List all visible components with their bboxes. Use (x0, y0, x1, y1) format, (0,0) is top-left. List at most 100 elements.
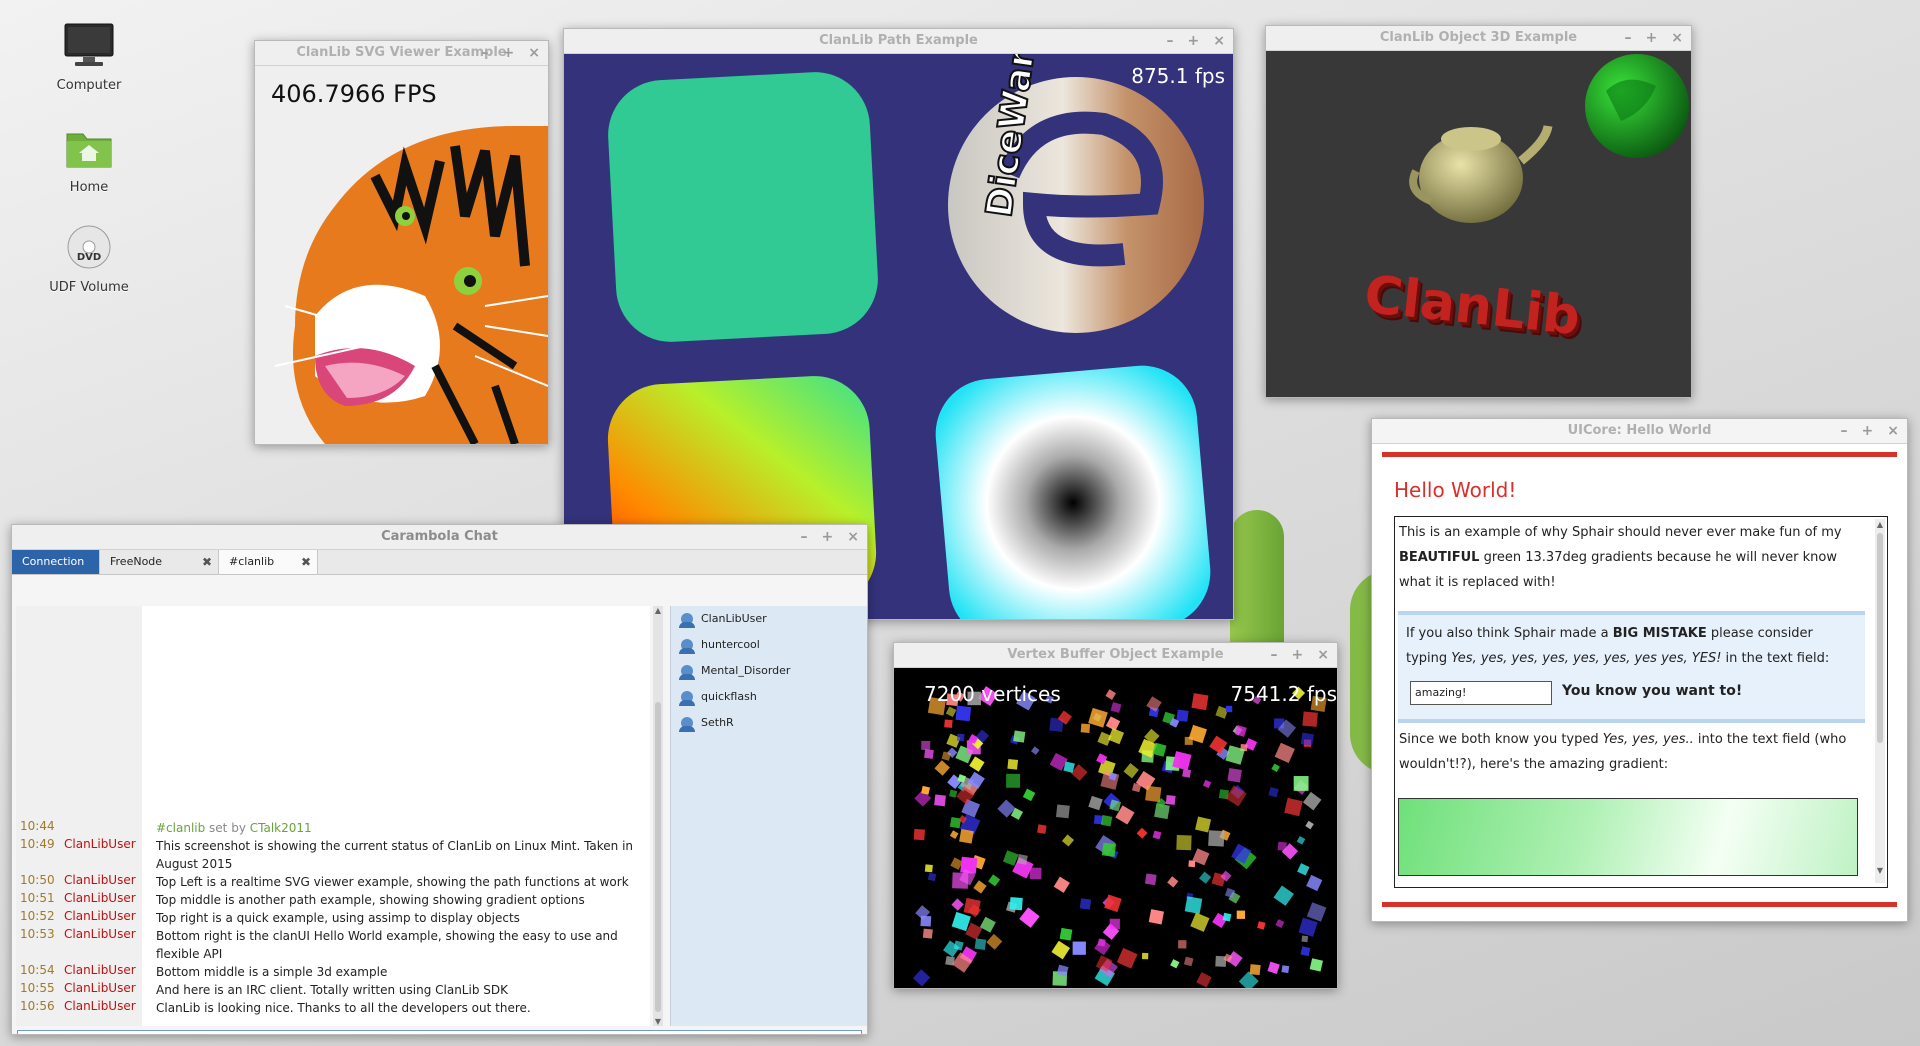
user-list-item[interactable]: ClanLibUser (671, 606, 867, 632)
cube (934, 794, 946, 807)
user-list-item[interactable]: SethR (671, 710, 867, 736)
chat-log-scrollbar[interactable]: ▲ ▼ (653, 606, 663, 1026)
path-example-titlebar[interactable]: ClanLib Path Example – + × (564, 29, 1233, 54)
minimize-button[interactable]: – (482, 41, 489, 65)
close-button[interactable]: × (1317, 643, 1329, 667)
object3d-window: ClanLib Object 3D Example – + × ClanLib (1265, 25, 1692, 398)
cube (1309, 958, 1323, 972)
cube (1184, 896, 1203, 914)
scroll-thumb[interactable] (655, 702, 661, 1012)
desktop-icon-computer[interactable]: Computer (29, 22, 149, 93)
message-nick[interactable]: ClanLibUser (64, 981, 136, 995)
cube (1079, 898, 1092, 910)
chat-tab-bar: Connection FreeNode ✖ #clanlib ✖ (12, 550, 867, 575)
user-name: huntercool (701, 638, 760, 651)
cube (920, 915, 932, 927)
fps-counter: 875.1 fps (1131, 64, 1225, 88)
close-button[interactable]: × (847, 525, 859, 549)
object3d-titlebar[interactable]: ClanLib Object 3D Example – + × (1266, 26, 1691, 51)
message-nick[interactable]: ClanLibUser (64, 891, 136, 905)
cube (1301, 935, 1309, 943)
chat-input[interactable] (17, 1030, 862, 1034)
user-name: ClanLibUser (701, 612, 767, 625)
cube (1199, 871, 1212, 884)
topic-user: CTalk2011 (249, 821, 312, 835)
text-input-field[interactable]: amazing! (1410, 681, 1552, 705)
message-nick[interactable]: ClanLibUser (64, 837, 136, 851)
paragraph-callout: If you also think Sphair made a BIG MIST… (1406, 626, 1830, 666)
scroll-down-arrow[interactable]: ▼ (653, 1017, 663, 1026)
cube (1029, 867, 1042, 880)
content-scrollbar[interactable]: ▲ ▼ (1875, 519, 1885, 883)
cube (1302, 791, 1322, 811)
tab-freenode[interactable]: FreeNode ✖ (100, 550, 219, 574)
cube (1104, 894, 1122, 913)
scroll-up-arrow[interactable]: ▲ (653, 606, 663, 615)
cube (1006, 773, 1021, 788)
maximize-button[interactable]: + (1292, 643, 1304, 667)
cube (1190, 912, 1210, 932)
vbo-canvas: 7200 vertices 7541.2 fps (894, 668, 1337, 988)
hello-world-content: Hello World! This is an example of why S… (1372, 444, 1907, 921)
close-button[interactable]: × (1887, 419, 1899, 443)
close-button[interactable]: × (1213, 29, 1225, 53)
message-text: And here is an IRC client. Totally writt… (156, 983, 508, 997)
message-text: Top right is a quick example, using assi… (156, 911, 520, 925)
svg-viewer-titlebar[interactable]: ClanLib SVG Viewer Example – + × (255, 41, 548, 66)
callout-box: If you also think Sphair made a BIG MIST… (1398, 611, 1865, 723)
message-nick[interactable]: ClanLibUser (64, 999, 136, 1013)
cube (1170, 959, 1180, 969)
user-list-item[interactable]: huntercool (671, 632, 867, 658)
message-nick[interactable]: ClanLibUser (64, 873, 136, 887)
maximize-button[interactable]: + (1862, 419, 1874, 443)
content-scroll-panel: This is an example of why Sphair should … (1394, 516, 1888, 888)
maximize-button[interactable]: + (503, 41, 515, 65)
cube (1296, 836, 1306, 845)
close-button[interactable]: × (528, 41, 540, 65)
cube (1302, 711, 1318, 727)
minimize-button[interactable]: – (1625, 26, 1632, 50)
maximize-button[interactable]: + (822, 525, 834, 549)
minimize-button[interactable]: – (1841, 419, 1848, 443)
cube (1178, 940, 1187, 949)
desktop-icon-udf-volume[interactable]: DVD UDF Volume (29, 224, 149, 295)
minimize-button[interactable]: – (801, 525, 808, 549)
tab-clanlib[interactable]: #clanlib ✖ (219, 550, 318, 574)
user-list-item[interactable]: Mental_Disorder (671, 658, 867, 684)
minimize-button[interactable]: – (1167, 29, 1174, 53)
cube (1176, 834, 1192, 851)
maximize-button[interactable]: + (1646, 26, 1658, 50)
desktop-icon-home[interactable]: Home (29, 126, 149, 195)
maximize-button[interactable]: + (1188, 29, 1200, 53)
close-tab-icon[interactable]: ✖ (301, 550, 311, 574)
cube (1222, 912, 1232, 922)
vbo-titlebar[interactable]: Vertex Buffer Object Example – + × (894, 643, 1337, 668)
message-text: ClanLib is looking nice. Thanks to all t… (156, 1001, 531, 1015)
close-tab-icon[interactable]: ✖ (202, 550, 212, 574)
message-nick[interactable]: ClanLibUser (64, 963, 136, 977)
cube (951, 898, 964, 911)
scroll-thumb[interactable] (1877, 533, 1883, 743)
scroll-down-arrow[interactable]: ▼ (1875, 858, 1885, 883)
cube (1284, 797, 1303, 817)
fps-counter: 7541.2 fps (1230, 682, 1338, 706)
cube (1110, 702, 1122, 713)
hello-world-titlebar[interactable]: UICore: Hello World – + × (1372, 419, 1907, 444)
message-nick[interactable]: ClanLibUser (64, 909, 136, 923)
top-accent-bar (1382, 452, 1897, 457)
scroll-up-arrow[interactable]: ▲ (1875, 519, 1885, 531)
cube (1167, 876, 1179, 888)
tab-connection[interactable]: Connection (12, 550, 100, 574)
svg-viewer-window: ClanLib SVG Viewer Example – + × 406.796… (254, 40, 549, 445)
amazing-gradient-box (1398, 798, 1858, 876)
user-list-item[interactable]: quickflash (671, 684, 867, 710)
cube (1306, 874, 1323, 892)
close-button[interactable]: × (1671, 26, 1683, 50)
minimize-button[interactable]: – (1271, 643, 1278, 667)
chat-titlebar[interactable]: Carambola Chat – + × (12, 525, 867, 550)
cube (944, 719, 953, 728)
home-folder-icon (66, 133, 112, 168)
cube (1182, 768, 1192, 778)
message-nick[interactable]: ClanLibUser (64, 927, 136, 941)
window-title: ClanLib SVG Viewer Example (296, 45, 507, 60)
